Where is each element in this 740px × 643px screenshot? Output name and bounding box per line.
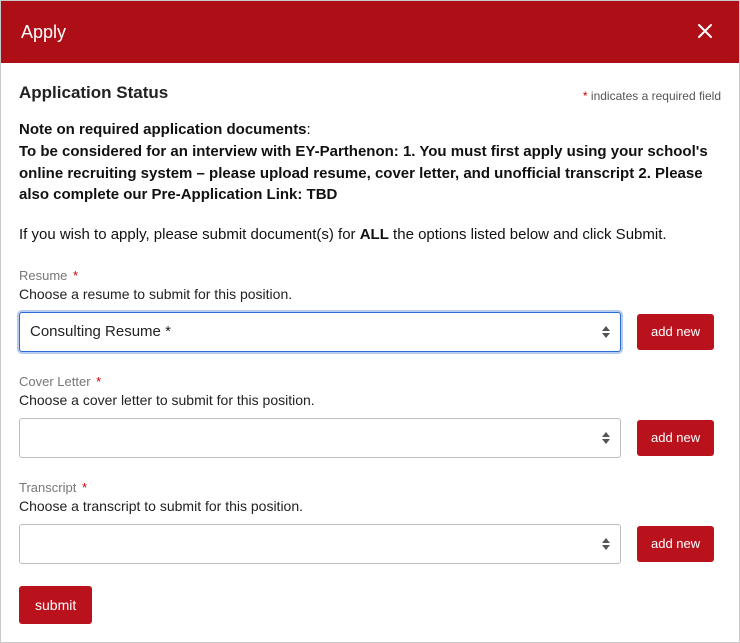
- transcript-field: Transcript * Choose a transcript to subm…: [19, 480, 721, 564]
- note-intro-punct: :: [307, 121, 311, 138]
- resume-select-wrap: Consulting Resume *: [19, 312, 621, 352]
- transcript-select[interactable]: [20, 525, 620, 563]
- asterisk-icon: *: [73, 268, 78, 283]
- add-new-cover-letter-button[interactable]: add new: [637, 420, 714, 456]
- cover-letter-field: Cover Letter * Choose a cover letter to …: [19, 374, 721, 458]
- all-pre: If you wish to apply, please submit docu…: [19, 226, 360, 243]
- cover-letter-label-row: Cover Letter *: [19, 374, 721, 389]
- modal-body: Application Status * indicates a require…: [1, 63, 739, 642]
- modal-header: Apply: [1, 1, 739, 63]
- transcript-label: Transcript: [19, 480, 76, 495]
- asterisk-icon: *: [82, 480, 87, 495]
- application-status-title: Application Status: [19, 83, 168, 103]
- transcript-select-wrap: [19, 524, 621, 564]
- submit-button[interactable]: submit: [19, 586, 92, 624]
- asterisk-icon: *: [96, 374, 101, 389]
- all-post: the options listed below and click Submi…: [389, 226, 667, 243]
- cover-letter-help: Choose a cover letter to submit for this…: [19, 392, 721, 408]
- submit-row: submit: [19, 586, 721, 624]
- note-intro: Note on required application documents: [19, 121, 307, 138]
- cover-letter-controls: add new: [19, 418, 721, 458]
- transcript-help: Choose a transcript to submit for this p…: [19, 498, 721, 514]
- required-field-note: * indicates a required field: [583, 89, 721, 103]
- resume-label-row: Resume *: [19, 268, 721, 283]
- close-button[interactable]: [691, 18, 719, 46]
- close-icon: [697, 21, 713, 43]
- cover-letter-select[interactable]: [20, 419, 620, 457]
- transcript-label-row: Transcript *: [19, 480, 721, 495]
- resume-help: Choose a resume to submit for this posit…: [19, 286, 721, 302]
- cover-letter-label: Cover Letter: [19, 374, 91, 389]
- note-body: To be considered for an interview with E…: [19, 143, 708, 204]
- cover-letter-select-wrap: [19, 418, 621, 458]
- application-note: Note on required application documents: …: [19, 119, 721, 206]
- resume-label: Resume: [19, 268, 67, 283]
- resume-field: Resume * Choose a resume to submit for t…: [19, 268, 721, 352]
- add-new-resume-button[interactable]: add new: [637, 314, 714, 350]
- modal-title: Apply: [21, 22, 66, 43]
- status-row: Application Status * indicates a require…: [19, 83, 721, 103]
- resume-controls: Consulting Resume * add new: [19, 312, 721, 352]
- required-field-note-text: indicates a required field: [588, 89, 721, 103]
- apply-modal: Apply Application Status * indicates a r…: [0, 0, 740, 643]
- resume-select[interactable]: Consulting Resume *: [20, 313, 620, 351]
- all-options-note: If you wish to apply, please submit docu…: [19, 224, 721, 246]
- transcript-controls: add new: [19, 524, 721, 564]
- add-new-transcript-button[interactable]: add new: [637, 526, 714, 562]
- all-bold: ALL: [360, 226, 389, 243]
